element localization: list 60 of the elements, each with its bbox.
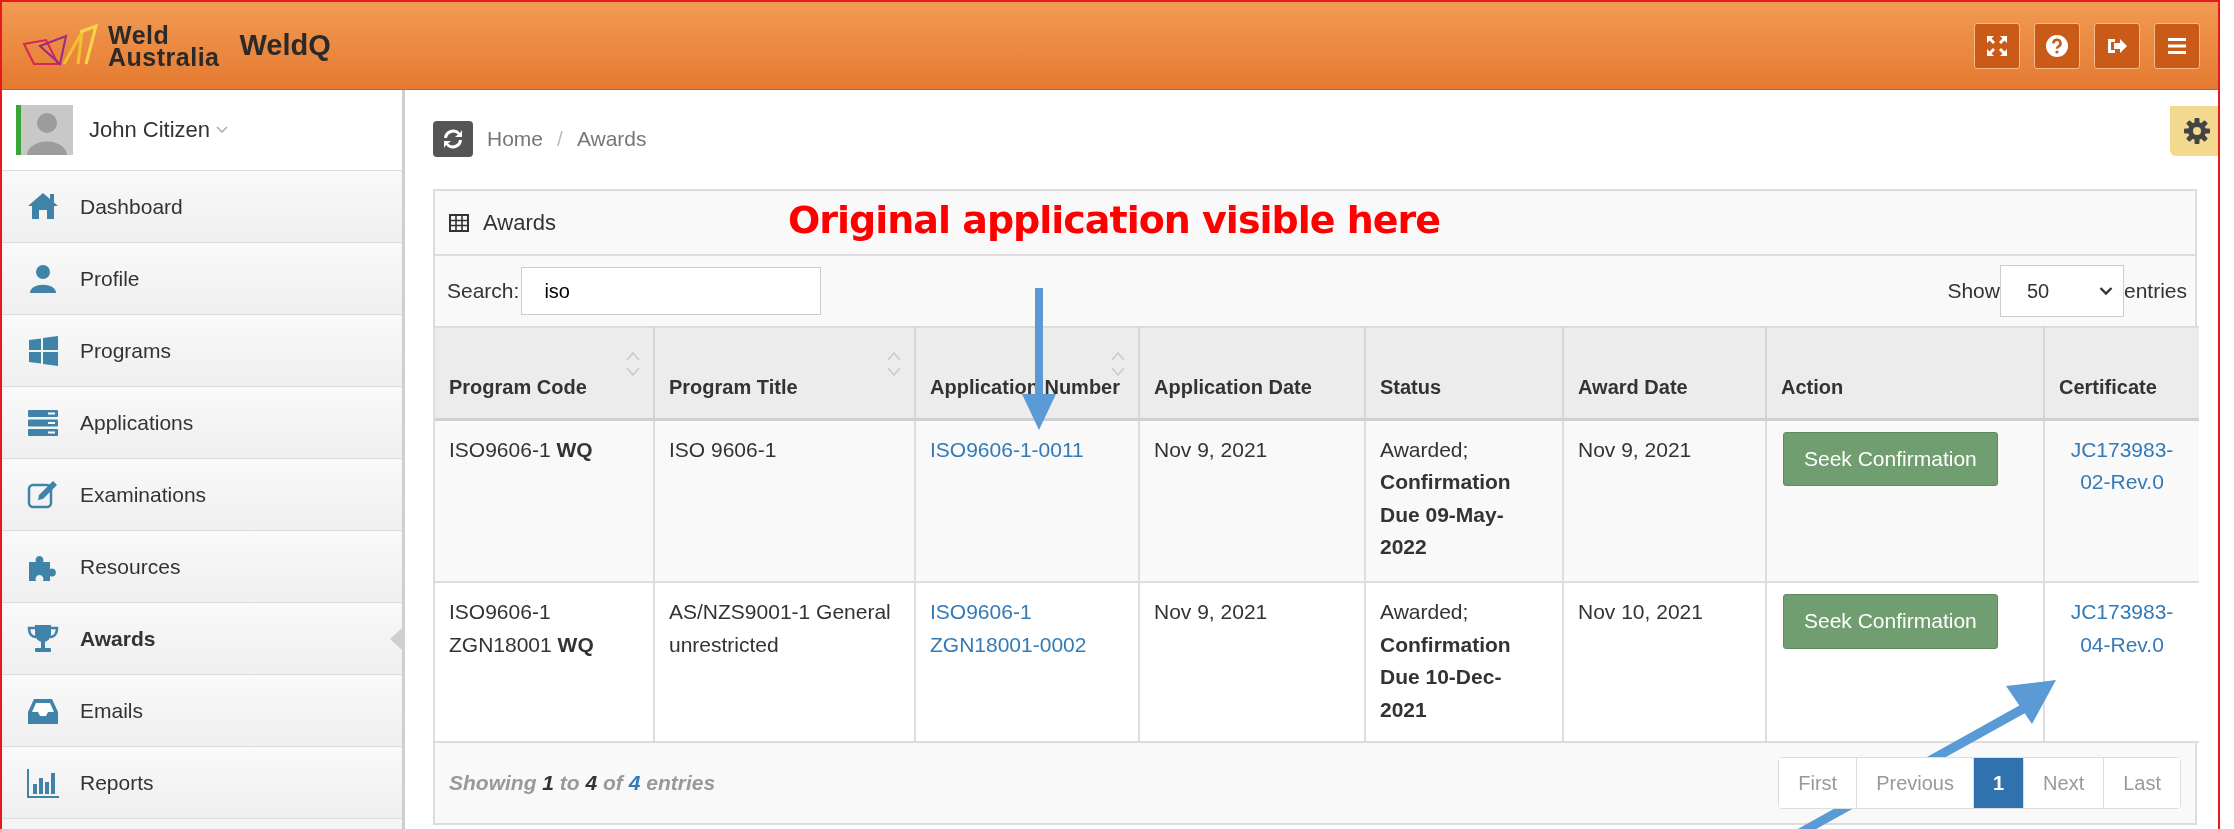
sort-icon: [886, 350, 902, 378]
chevron-down-icon: [2098, 286, 2113, 296]
entries-select[interactable]: 50: [1999, 265, 2124, 317]
chevron-down-icon: [216, 126, 229, 134]
application-link[interactable]: ISO9606-1-0011: [930, 433, 1124, 467]
column-header[interactable]: Application Number: [915, 327, 1139, 419]
sidebar-item[interactable]: Awards: [2, 603, 402, 675]
app-name: WeldQ: [239, 29, 331, 62]
pagination-button[interactable]: 1: [1973, 758, 2025, 808]
sidebar-item[interactable]: Emails: [2, 675, 402, 747]
annotation-text: Original application visible here: [788, 198, 1441, 242]
table-cell: ISO9606-1 ZGN18001 WQ: [435, 582, 654, 742]
table-cell: Nov 9, 2021: [1139, 582, 1365, 742]
sidebar-item[interactable]: Programs: [2, 315, 402, 387]
breadcrumb-current: Awards: [576, 126, 647, 151]
column-header: Application Date: [1139, 327, 1365, 419]
panel-title: Awards: [483, 209, 556, 236]
table-cell: ISO9606-1 WQ: [435, 419, 654, 582]
logo-text: Weld Australia: [108, 23, 220, 68]
table-icon: [449, 213, 469, 232]
avatar-icon: [21, 105, 73, 155]
expand-button[interactable]: [1974, 22, 2020, 69]
entries-label: entries: [2123, 279, 2187, 303]
breadcrumb-separator: /: [557, 126, 563, 151]
help-icon: [2044, 32, 2070, 59]
sidebar-item[interactable]: Profile: [2, 243, 402, 315]
sort-icon: [625, 350, 641, 378]
table-cell: Awarded; Confirmation Due 10-Dec-2021: [1365, 582, 1563, 742]
search-label: Search:: [447, 279, 520, 303]
sidebar-item[interactable]: Applications: [2, 387, 402, 459]
table-info: Showing 1 to 4 of 4 entries: [449, 771, 716, 795]
sidebar-item[interactable]: Dashboard: [2, 171, 402, 243]
table-cell: Nov 9, 2021: [1563, 419, 1766, 582]
search-field[interactable]: iso: [521, 267, 822, 315]
column-header[interactable]: Program Code: [435, 327, 654, 419]
column-header[interactable]: Program Title: [654, 327, 915, 419]
breadcrumb-link[interactable]: Home: [487, 126, 544, 151]
table-cell: Awarded; Confirmation Due 09-May-2022: [1365, 419, 1563, 582]
column-header: Status: [1365, 327, 1563, 419]
menu-button[interactable]: [2154, 22, 2200, 69]
windows-icon: [26, 333, 60, 368]
sidebar-item[interactable]: Reports: [2, 747, 402, 819]
refresh-button[interactable]: [433, 120, 473, 157]
help-button[interactable]: [2034, 22, 2080, 69]
sort-icon: [1110, 350, 1126, 378]
table-cell: Nov 10, 2021: [1563, 582, 1766, 742]
column-header: Award Date: [1563, 327, 1766, 419]
user-menu[interactable]: John Citizen: [89, 117, 229, 143]
column-header: Certificate: [2044, 327, 2199, 419]
table-cell: AS/NZS9001-1 General unrestricted: [654, 582, 915, 742]
show-label: Show: [1947, 279, 2000, 303]
column-header: Action: [1766, 327, 2044, 419]
table-cell: Nov 9, 2021: [1139, 419, 1365, 582]
selection-pointer-icon: [390, 628, 402, 650]
sidebar-item[interactable]: Resources: [2, 531, 402, 603]
logout-button[interactable]: [2094, 22, 2140, 69]
settings-button[interactable]: [2170, 106, 2218, 156]
sidebar-item[interactable]: Examinations: [2, 459, 402, 531]
table-cell: ISO 9606-1: [654, 419, 915, 582]
settings-icon: [2183, 117, 2211, 145]
